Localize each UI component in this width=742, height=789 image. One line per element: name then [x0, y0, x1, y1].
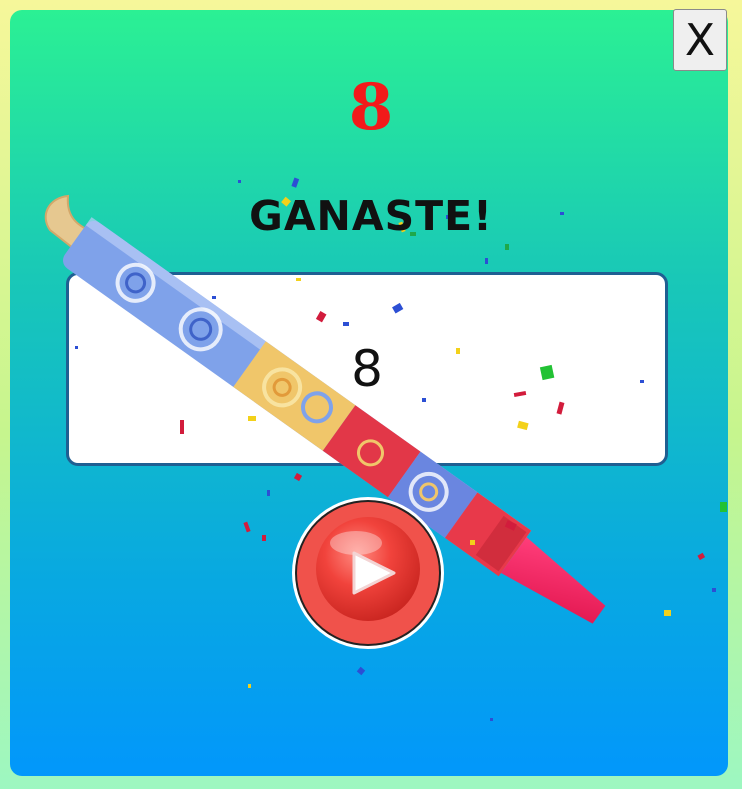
play-button[interactable]: [290, 495, 446, 651]
score-counter: 8: [348, 70, 394, 145]
play-icon: [292, 497, 444, 649]
result-value: 8: [351, 340, 383, 398]
close-icon: X: [684, 14, 716, 66]
win-message: GANASTE!: [249, 192, 493, 240]
result-display: 8: [66, 272, 668, 466]
close-button[interactable]: X: [673, 9, 727, 71]
